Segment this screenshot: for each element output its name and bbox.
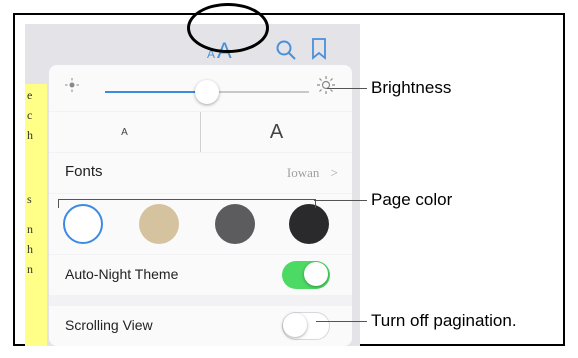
book-page-glimpse: e c h s n h n <box>25 84 47 346</box>
search-icon[interactable] <box>275 39 297 61</box>
page-char: h <box>27 242 33 256</box>
brightness-thumb[interactable] <box>195 80 219 104</box>
brightness-track-fill <box>105 91 207 93</box>
page-char: n <box>27 222 33 236</box>
auto-night-theme-toggle[interactable] <box>282 261 330 289</box>
highlight-circle <box>187 3 269 53</box>
increase-font-button[interactable]: A <box>201 112 352 152</box>
page-color-callout-line <box>314 200 367 201</box>
page-color-sepia[interactable] <box>139 204 179 244</box>
fonts-value: Iowan > <box>287 165 338 181</box>
bookmark-icon[interactable] <box>311 38 327 60</box>
small-font-label: A <box>121 126 128 138</box>
brightness-track <box>219 91 309 93</box>
toggle-knob <box>283 313 307 337</box>
large-font-label: A <box>269 120 284 143</box>
page-char: c <box>27 108 33 122</box>
brightness-callout-line <box>327 88 367 89</box>
page-char: n <box>27 262 33 276</box>
fonts-label: Fonts <box>65 163 103 180</box>
scrolling-callout-line <box>316 321 367 322</box>
brightness-annotation: Brightness <box>371 78 452 97</box>
page-color-annotation: Page color <box>371 190 453 209</box>
sun-small-icon <box>65 78 79 92</box>
chevron-right-icon: > <box>330 165 338 180</box>
scrolling-view-label: Scrolling View <box>65 317 153 333</box>
brightness-slider[interactable] <box>49 65 352 111</box>
auto-night-theme-row: Auto-Night Theme <box>49 255 352 295</box>
page-color-night[interactable] <box>289 204 329 244</box>
toggle-knob <box>304 262 328 286</box>
auto-night-theme-label: Auto-Night Theme <box>65 266 179 282</box>
page-char: s <box>27 192 32 206</box>
page-color-gray[interactable] <box>215 204 255 244</box>
sun-large-icon <box>317 76 335 94</box>
scrolling-view-row: Scrolling View <box>49 306 352 346</box>
page-color-white[interactable] <box>63 204 103 244</box>
decrease-font-button[interactable]: A <box>49 112 200 152</box>
page-char: e <box>27 88 33 102</box>
scrolling-view-toggle[interactable] <box>282 312 330 340</box>
pagination-annotation: Turn off pagination. <box>371 311 517 330</box>
current-font: Iowan <box>286 165 320 180</box>
font-size-control: A A <box>49 112 352 152</box>
page-color-bracket <box>58 199 316 208</box>
fonts-row[interactable]: Fonts Iowan > <box>49 153 352 193</box>
ios-books-screenshot: e c h s n h n A A A A Fonts Iowan > Auto… <box>25 24 360 346</box>
page-char: h <box>27 128 33 142</box>
